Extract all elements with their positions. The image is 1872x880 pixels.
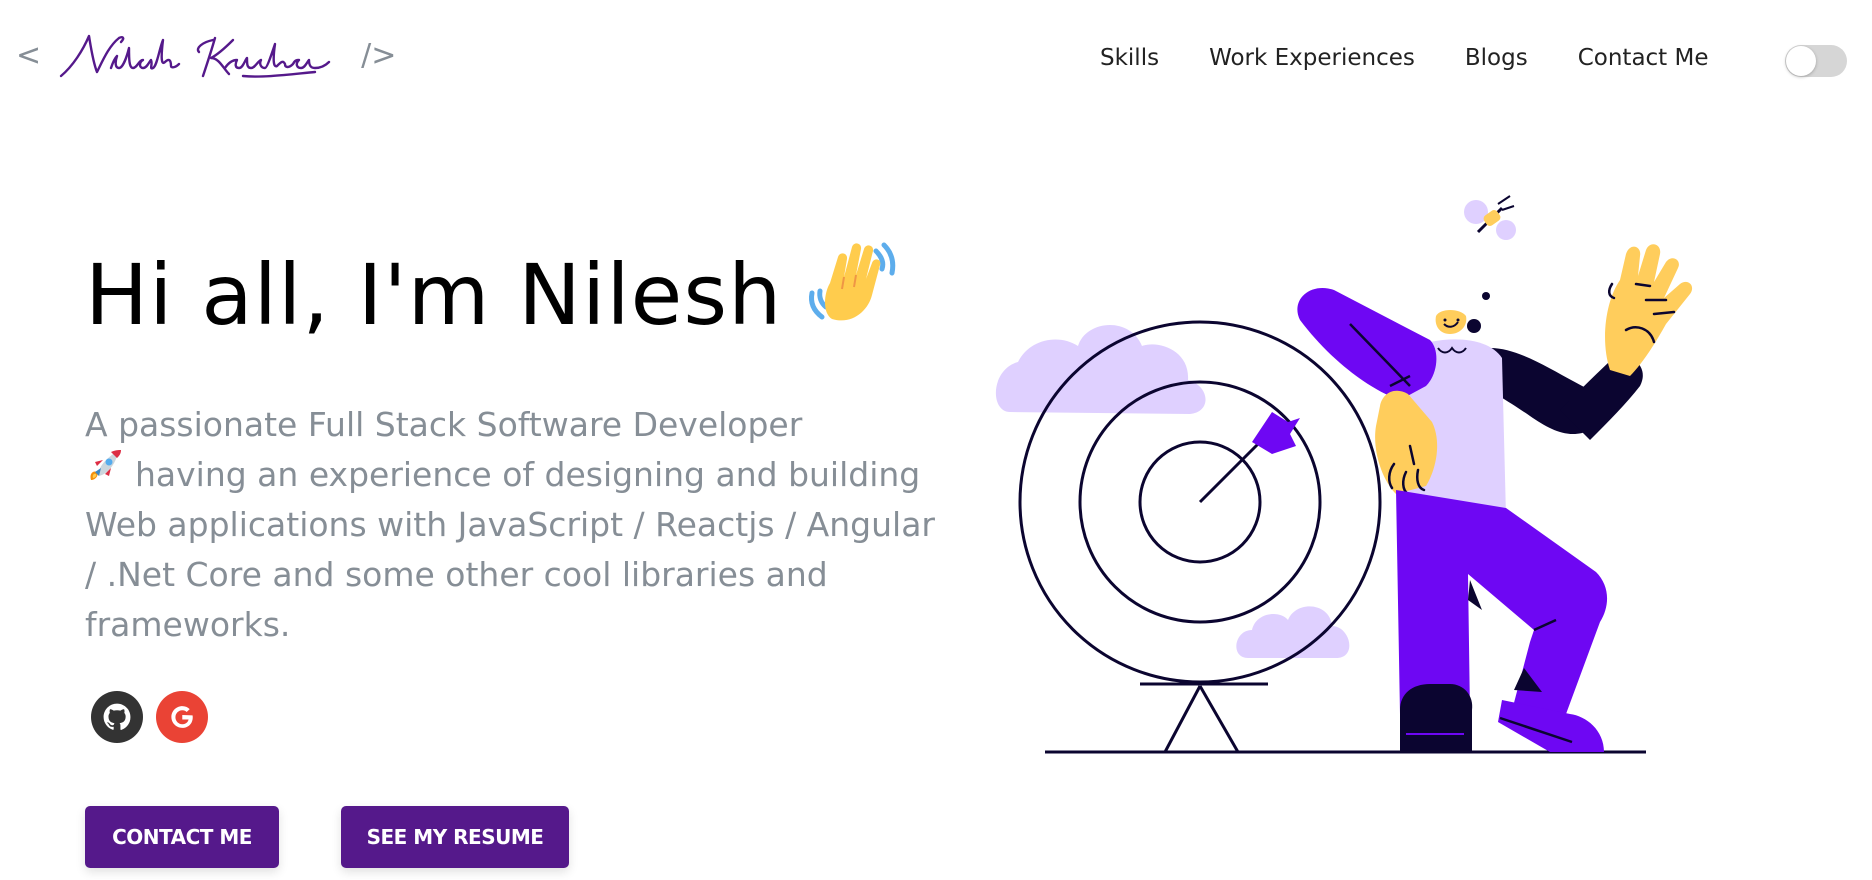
waving-hand-icon — [802, 229, 902, 359]
nav-blogs[interactable]: Blogs — [1465, 40, 1528, 76]
theme-toggle[interactable] — [1785, 45, 1847, 77]
toggle-knob — [1786, 46, 1816, 76]
person-illustration — [1297, 244, 1693, 752]
subtitle-prefix: A passionate Full Stack Software Develop… — [85, 405, 803, 444]
bee-icon — [1464, 195, 1516, 240]
subtitle: A passionate Full Stack Software Develop… — [85, 400, 945, 650]
logo-open-bracket: < — [16, 37, 42, 73]
hero-illustration — [995, 195, 1693, 754]
main-nav: Skills Work Experiences Blogs Contact Me — [1100, 40, 1759, 76]
logo-close-bracket: /> — [361, 37, 397, 73]
see-resume-button[interactable]: SEE MY RESUME — [341, 806, 569, 868]
logo-link[interactable]: < /> — [16, 28, 396, 82]
google-icon — [171, 706, 193, 728]
dart-icon — [1198, 412, 1300, 504]
google-link[interactable] — [156, 691, 208, 743]
signature-logo — [59, 34, 331, 78]
subtitle-suffix: having an experience of designing and bu… — [85, 455, 935, 644]
github-icon — [103, 703, 131, 730]
nav-work-experiences[interactable]: Work Experiences — [1209, 40, 1415, 76]
cloud-icon — [995, 324, 1206, 414]
nav-contact-me[interactable]: Contact Me — [1578, 40, 1709, 76]
social-links — [91, 691, 221, 743]
github-link[interactable] — [91, 691, 143, 743]
rocket-icon — [85, 446, 125, 500]
greeting-heading: Hi all, I'm Nilesh — [85, 230, 935, 360]
greeting-section: Hi all, I'm Nilesh — [85, 230, 935, 360]
cloud-small-icon — [1236, 606, 1350, 658]
header: < /> Skills Work Experiences Blogs Conta… — [0, 0, 1872, 110]
greeting-title: Hi all, I'm Nilesh — [85, 246, 783, 344]
nav-skills[interactable]: Skills — [1100, 40, 1159, 76]
contact-me-button[interactable]: CONTACT ME — [85, 806, 279, 868]
